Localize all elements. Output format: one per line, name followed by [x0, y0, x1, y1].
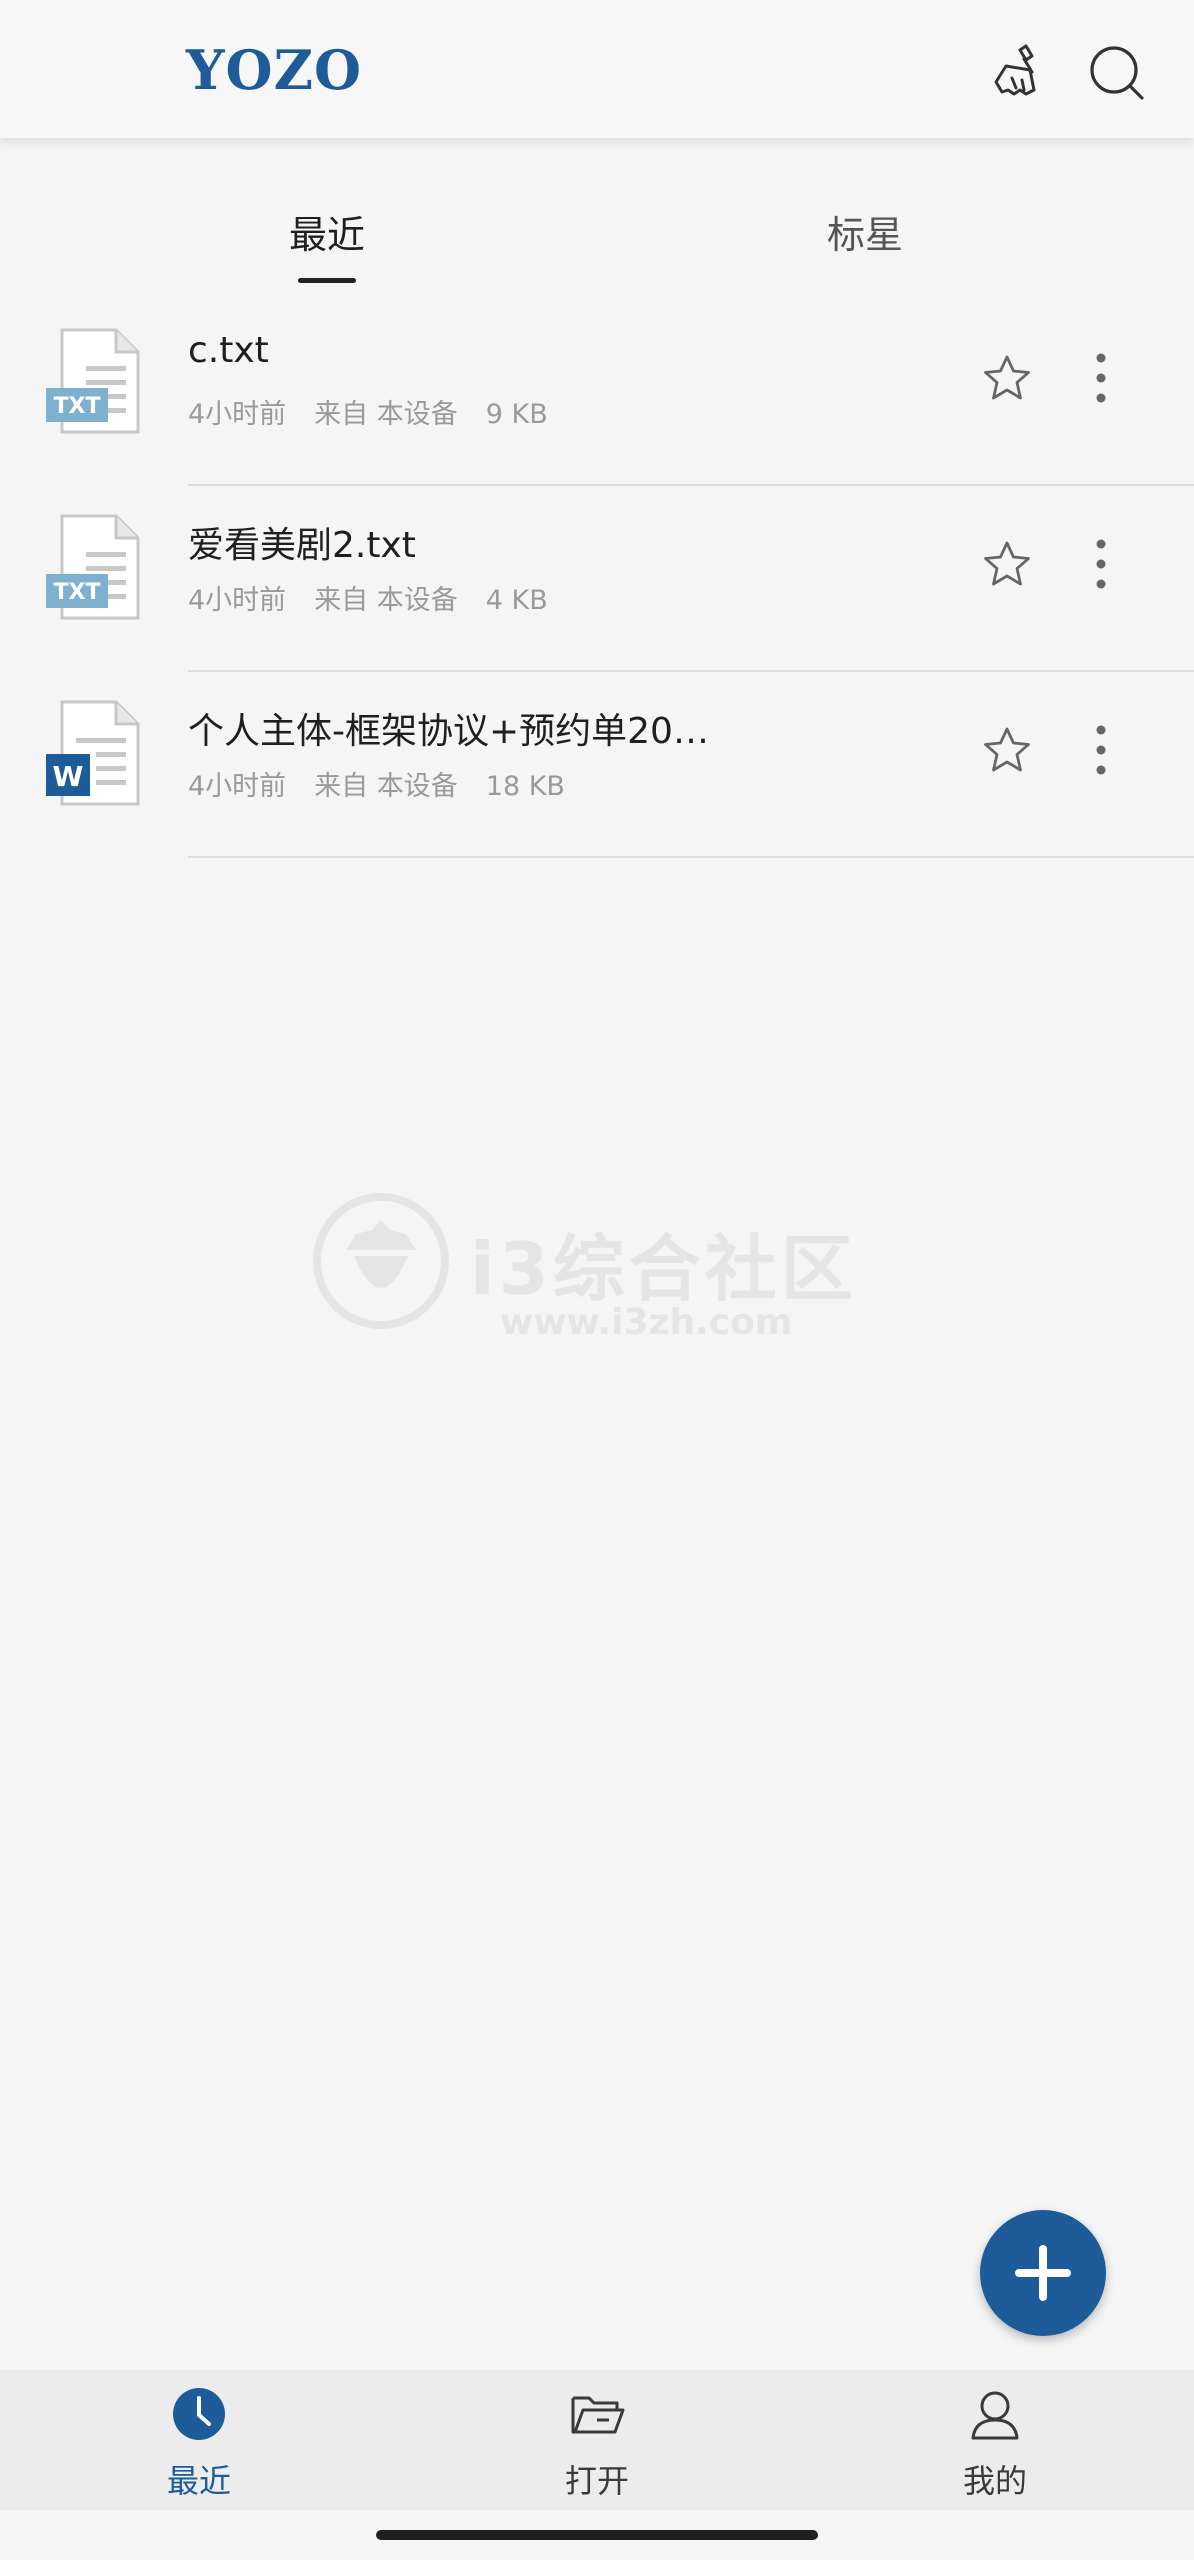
star-icon[interactable] [980, 352, 1034, 406]
nav-label: 打开 [564, 2462, 629, 2500]
file-name: 个人主体-框架协议+预约单20… [188, 711, 709, 752]
file-meta: 4小时前 来自 本设备 18 KB [188, 764, 593, 803]
file-type-label: W [53, 760, 84, 793]
file-row[interactable]: TXT 爱看美剧2.txt 4小时前 来自 本设备 4 KB [0, 486, 1194, 672]
file-time: 4小时前 [188, 771, 287, 802]
file-name: c.txt [188, 330, 269, 371]
file-name: 爱看美剧2.txt [188, 525, 416, 566]
plus-icon [1015, 2245, 1071, 2301]
nav-open[interactable]: 打开 [497, 2370, 697, 2510]
tab-recent[interactable]: 最近 [289, 204, 365, 259]
file-list: TXT c.txt 4小时前 来自 本设备 9 KB TXT 爱看美剧2.txt… [0, 300, 1194, 858]
watermark-logo-icon [313, 1193, 449, 1329]
file-size: 18 KB [485, 771, 565, 802]
more-options-icon[interactable] [1084, 536, 1118, 592]
star-icon[interactable] [980, 724, 1034, 778]
file-source: 来自 本设备 [314, 771, 458, 802]
file-type-label: TXT [54, 394, 101, 419]
app-logo: YOZO [186, 38, 363, 102]
search-icon[interactable] [1084, 40, 1150, 106]
watermark: i3综合社区 www.i3zh.com [310, 1190, 870, 1370]
file-time: 4小时前 [188, 585, 287, 616]
clock-icon [169, 2384, 229, 2444]
file-time: 4小时前 [188, 399, 287, 430]
nav-mine[interactable]: 我的 [895, 2370, 1095, 2510]
bottom-nav: 最近 打开 我的 [0, 2370, 1194, 2510]
add-button[interactable] [980, 2210, 1106, 2336]
user-icon [965, 2384, 1025, 2444]
top-app-bar: YOZO [0, 0, 1194, 138]
tab-starred[interactable]: 标星 [827, 204, 903, 259]
nav-label: 最近 [166, 2462, 231, 2500]
txt-file-icon: TXT [42, 512, 146, 622]
home-indicator[interactable] [376, 2530, 818, 2540]
file-source: 来自 本设备 [314, 399, 458, 430]
folder-open-icon [567, 2384, 627, 2444]
file-meta: 4小时前 来自 本设备 9 KB [188, 392, 576, 431]
tab-bar: 最近 标星 [0, 138, 1194, 288]
word-file-icon: W [42, 698, 146, 808]
file-meta: 4小时前 来自 本设备 4 KB [188, 578, 576, 617]
file-row[interactable]: TXT c.txt 4小时前 来自 本设备 9 KB [0, 300, 1194, 486]
nav-label: 我的 [962, 2462, 1027, 2500]
watermark-url: www.i3zh.com [500, 1302, 793, 1343]
file-row[interactable]: W 个人主体-框架协议+预约单20… 4小时前 来自 本设备 18 KB [0, 672, 1194, 858]
txt-file-icon: TXT [42, 326, 146, 436]
tab-indicator [298, 278, 356, 283]
more-options-icon[interactable] [1084, 350, 1118, 406]
watermark-title: i3综合社区 [470, 1227, 857, 1311]
more-options-icon[interactable] [1084, 722, 1118, 778]
file-size: 9 KB [485, 399, 548, 430]
file-type-label: TXT [54, 580, 101, 605]
divider [188, 856, 1194, 858]
star-icon[interactable] [980, 538, 1034, 592]
nav-recent[interactable]: 最近 [99, 2370, 299, 2510]
broom-icon[interactable] [986, 40, 1052, 106]
file-source: 来自 本设备 [314, 585, 458, 616]
file-size: 4 KB [485, 585, 548, 616]
